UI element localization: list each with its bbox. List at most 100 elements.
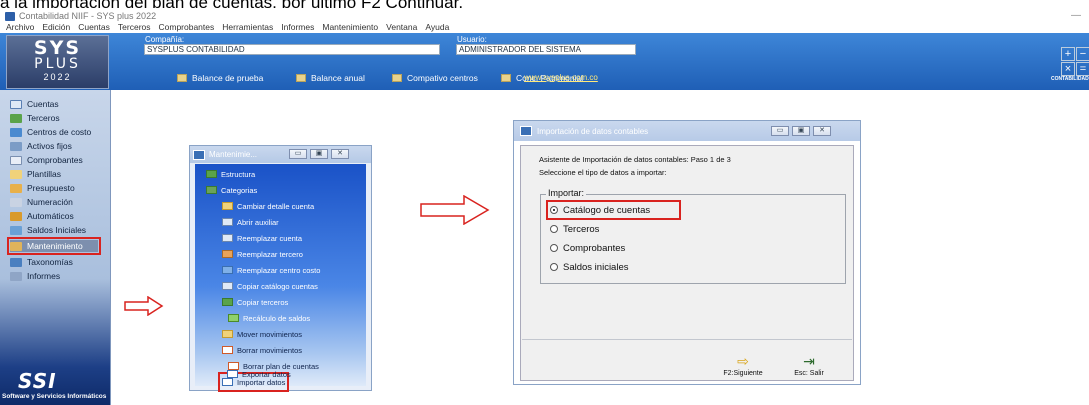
radio-saldos-iniciales[interactable]: Saldos iniciales (550, 261, 628, 273)
website-link[interactable]: www.sysplus.com.co (524, 73, 598, 82)
radio-catalogo-cuentas[interactable]: Catálogo de cuentas (546, 200, 681, 220)
sidebar-item-label: Terceros (27, 113, 60, 123)
category-icon (206, 186, 217, 194)
app-icon (5, 11, 15, 21)
sidebar-item-label: Cuentas (27, 99, 59, 109)
sidebar: Cuentas Terceros Centros de costo Activo… (0, 90, 111, 405)
maint-item-label: Reemplazar centro costo (237, 265, 321, 275)
maint-item-reemplazar-tercero[interactable]: Reemplazar tercero (222, 248, 303, 260)
import-type-group: Importar: Catálogo de cuentas Terceros C… (540, 188, 846, 284)
ssi-subtitle: Software y Servicios Informáticos (2, 393, 107, 400)
sidebar-item-mantenimiento[interactable]: Mantenimiento (7, 237, 101, 255)
maintenance-window: Mantenimie... ▭ ▣ ✕ Estructura Categoria… (189, 145, 372, 392)
menu-edicion[interactable]: Edición (42, 22, 70, 33)
sidebar-item-automaticos[interactable]: Automáticos (10, 210, 74, 222)
tree-icon (222, 266, 233, 274)
maint-item-reemplazar-cuenta[interactable]: Reemplazar cuenta (222, 232, 302, 244)
radio-comprobantes[interactable]: Comprobantes (550, 242, 625, 254)
maint-item-copiar-terceros[interactable]: Copiar terceros (222, 296, 288, 308)
import-group-label: Importar: (546, 188, 587, 198)
sidebar-item-label: Plantillas (27, 169, 62, 179)
maint-item-recalculo[interactable]: Recálculo de saldos (228, 312, 310, 324)
menu-informes[interactable]: Informes (281, 22, 314, 33)
sidebar-item-comprobantes[interactable]: Comprobantes (10, 154, 83, 166)
radio-terceros[interactable]: Terceros (550, 223, 599, 235)
next-button-label: F2:Siguiente (723, 370, 763, 377)
tree-icon (206, 170, 217, 178)
menu-herramientas[interactable]: Herramientas (222, 22, 273, 33)
window-title: Contabilidad NIIF - SYS plus 2022 (19, 11, 157, 21)
sidebar-item-centros-costo[interactable]: Centros de costo (10, 126, 91, 138)
balance-anual-label: Balance anual (311, 72, 365, 83)
maint-item-exportar-datos[interactable]: Exportar datos (227, 368, 291, 380)
menu-terceros[interactable]: Terceros (118, 22, 151, 33)
maint-item-mover[interactable]: Mover movimientos (222, 328, 302, 340)
exit-button[interactable]: ⇥ Esc: Salir (784, 354, 834, 377)
import-window-title: Importación de datos contables (537, 126, 649, 136)
sidebar-item-plantillas[interactable]: Plantillas (10, 168, 61, 180)
tree-icon (10, 127, 22, 137)
balance-icon (10, 225, 22, 235)
next-button[interactable]: ⇨ F2:Siguiente (718, 354, 768, 377)
maint-item-label: Exportar datos (242, 369, 291, 379)
maint-item-borrar-movimientos[interactable]: Borrar movimientos (222, 344, 302, 356)
caption-text: a la importación del plan de cuentas, po… (0, 0, 1089, 8)
minimize-icon[interactable]: ▭ (289, 149, 307, 159)
maint-item-cambiar-detalle[interactable]: Cambiar detalle cuenta (222, 200, 314, 212)
close-icon[interactable]: ✕ (813, 126, 831, 136)
window-title-bar: Contabilidad NIIF - SYS plus 2022 — (0, 10, 1089, 22)
menu-cuentas[interactable]: Cuentas (78, 22, 110, 33)
maintenance-window-controls: ▭ ▣ ✕ (286, 149, 349, 159)
menu-archivo[interactable]: Archivo (6, 22, 34, 33)
person-icon (222, 250, 233, 258)
maint-item-label: Abrir auxiliar (237, 217, 279, 227)
menu-ayuda[interactable]: Ayuda (425, 22, 449, 33)
maint-item-label: Copiar catálogo cuentas (237, 281, 318, 291)
sidebar-item-terceros[interactable]: Terceros (10, 112, 60, 124)
sidebar-item-label: Saldos Iniciales (27, 225, 87, 235)
maximize-icon[interactable]: ▣ (310, 149, 328, 159)
sidebar-item-label: Numeración (27, 197, 73, 207)
people-icon (222, 298, 233, 306)
sidebar-item-cuentas[interactable]: Cuentas (10, 98, 59, 110)
menu-comprobantes[interactable]: Comprobantes (159, 22, 215, 33)
minimize-icon[interactable]: ▭ (771, 126, 789, 136)
sidebar-item-presupuesto[interactable]: Presupuesto (10, 182, 75, 194)
sidebar-item-taxonomias[interactable]: Taxonomías (10, 256, 73, 268)
close-icon[interactable]: ✕ (331, 149, 349, 159)
maint-item-reemplazar-centro[interactable]: Reemplazar centro costo (222, 264, 320, 276)
contabilidad-caption: CONTABILIDAD (1051, 76, 1089, 82)
arrow-right-icon: ⇨ (737, 353, 749, 369)
document-icon (10, 155, 22, 165)
red-arrow-icon (124, 296, 164, 316)
sidebar-item-numeracion[interactable]: Numeración (10, 196, 73, 208)
maint-item-copiar-catalogo[interactable]: Copiar catálogo cuentas (222, 280, 318, 292)
maximize-icon[interactable]: ▣ (792, 126, 810, 136)
sidebar-item-activos-fijos[interactable]: Activos fijos (10, 140, 72, 152)
sidebar-item-informes[interactable]: Informes (10, 270, 60, 282)
balance-anual-button[interactable]: Balance anual (296, 71, 365, 84)
maint-item-abrir-auxiliar[interactable]: Abrir auxiliar (222, 216, 279, 228)
ssi-logo: SSI (18, 369, 57, 393)
printer-icon (10, 271, 22, 281)
maint-item-estructura[interactable]: Estructura (206, 168, 255, 180)
menu-mantenimiento[interactable]: Mantenimiento (322, 22, 378, 33)
compativo-centros-label: Compativo centros (407, 72, 478, 83)
folder-icon (222, 202, 233, 210)
sidebar-item-saldos-iniciales[interactable]: Saldos Iniciales (10, 224, 86, 236)
radio-label: Terceros (563, 223, 600, 235)
maint-item-label: Mover movimientos (237, 329, 303, 339)
import-window: Importación de datos contables ▭ ▣ ✕ Asi… (513, 120, 861, 385)
user-field[interactable]: ADMINISTRADOR DEL SISTEMA (456, 44, 636, 55)
minimize-icon[interactable]: — (1071, 10, 1081, 21)
maint-item-label: Reemplazar tercero (237, 249, 303, 259)
maint-item-categorias[interactable]: Categorias (206, 184, 257, 196)
compativo-centros-button[interactable]: Compativo centros (392, 71, 478, 84)
maintenance-panel: Estructura Categorias Cambiar detalle cu… (195, 164, 366, 392)
maint-item-label: Categorias (221, 185, 258, 195)
wizard-instruction: Seleccione el tipo de datos a importar: (539, 168, 667, 177)
ledger-icon (222, 218, 233, 226)
company-field[interactable]: SYSPLUS CONTABILIDAD (144, 44, 440, 55)
balance-prueba-button[interactable]: Balance de prueba (177, 71, 263, 84)
menu-ventana[interactable]: Ventana (386, 22, 417, 33)
